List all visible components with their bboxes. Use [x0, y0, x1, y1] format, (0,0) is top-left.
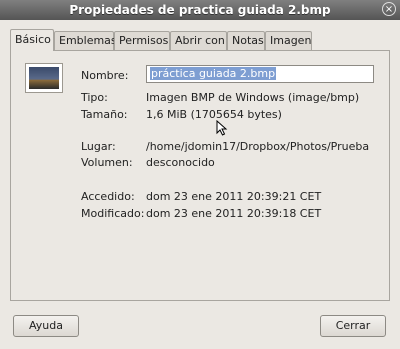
tab-emblemas[interactable]: Emblemas [54, 31, 117, 50]
tab-notas[interactable]: Notas [227, 31, 265, 50]
tab-permisos[interactable]: Permisos [114, 31, 170, 50]
close-button[interactable]: Cerrar [320, 315, 386, 337]
tipo-label: Tipo: [81, 91, 108, 104]
accedido-label: Accedido: [81, 190, 135, 203]
window-title: Propiedades de practica guiada 2.bmp [69, 3, 331, 17]
help-button[interactable]: Ayuda [13, 315, 79, 337]
tamano-value: 1,6 MiB (1705654 bytes) [146, 108, 282, 121]
volumen-value: desconocido [146, 156, 215, 169]
tamano-label: Tamaño: [81, 108, 128, 121]
lugar-label: Lugar: [81, 140, 116, 153]
tab-abrir-con[interactable]: Abrir con [170, 31, 227, 50]
tipo-value: Imagen BMP de Windows (image/bmp) [146, 91, 360, 104]
modificado-label: Modificado: [81, 207, 145, 220]
basic-panel: Nombre: práctica guiada 2.bmp Tipo: Imag… [10, 50, 390, 301]
close-icon[interactable]: × [382, 2, 396, 16]
lugar-value: /home/jdomin17/Dropbox/Photos/Prueba [146, 140, 370, 153]
name-field-value: práctica guiada 2.bmp [150, 67, 277, 80]
volumen-label: Volumen: [81, 156, 133, 169]
tab-basico[interactable]: Básico [10, 29, 54, 51]
modificado-value: dom 23 ene 2011 20:39:18 CET [146, 207, 322, 220]
file-thumbnail[interactable] [25, 63, 63, 93]
nombre-label: Nombre: [81, 69, 129, 82]
tab-imagen[interactable]: Imagen [265, 31, 312, 50]
mouse-pointer-icon [216, 120, 228, 136]
title-bar[interactable]: Propiedades de practica guiada 2.bmp × [0, 0, 400, 20]
properties-dialog: Propiedades de practica guiada 2.bmp × B… [0, 0, 400, 349]
accedido-value: dom 23 ene 2011 20:39:21 CET [146, 190, 322, 203]
name-field[interactable]: práctica guiada 2.bmp [146, 65, 374, 83]
image-thumbnail-icon [29, 67, 59, 89]
